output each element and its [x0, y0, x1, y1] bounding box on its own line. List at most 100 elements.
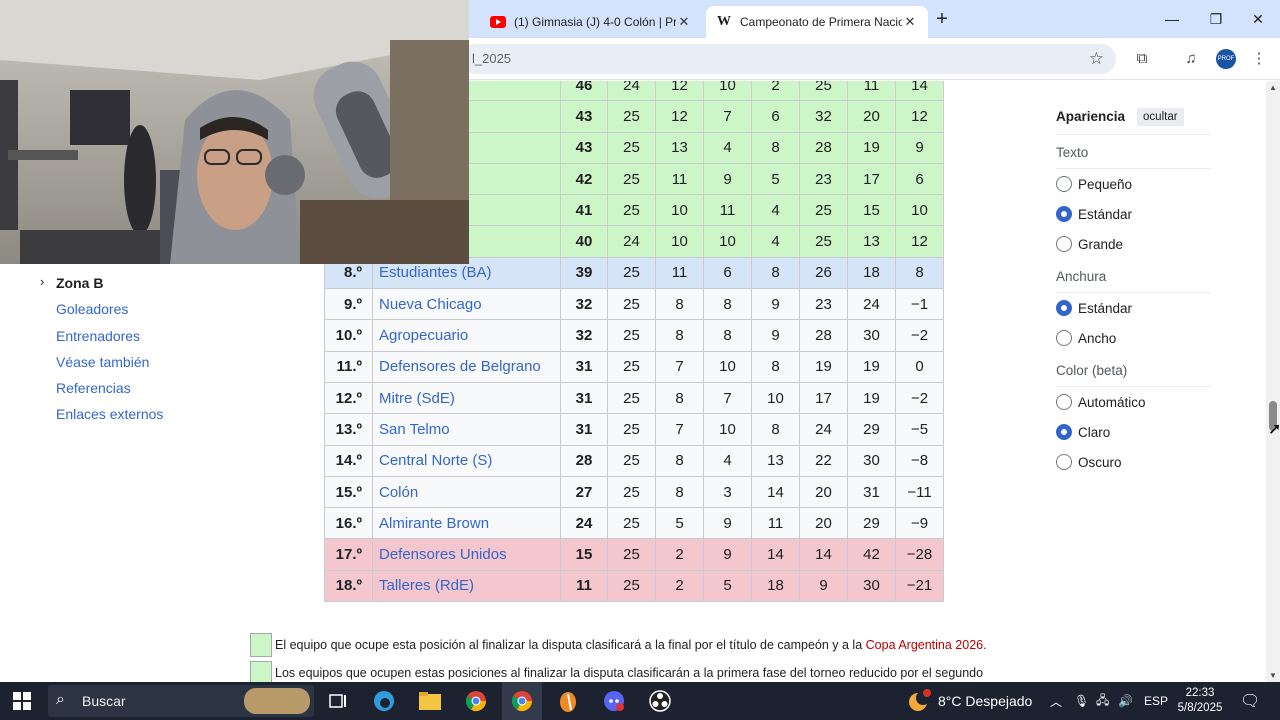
restore-button[interactable]: ❐	[1194, 0, 1238, 38]
minimize-button[interactable]: —	[1150, 0, 1194, 38]
webcam-overlay	[0, 0, 469, 264]
stat-cell: 24	[607, 81, 656, 102]
stat-cell: 11	[751, 507, 800, 540]
table-row: 13.º San Telmo 31 25 7 10 8 24 29 −5	[324, 413, 944, 446]
team-link[interactable]: Nueva Chicago	[372, 288, 561, 321]
points-cell: 46	[560, 81, 608, 102]
media-control-icon[interactable]: ♫	[1180, 48, 1202, 70]
tray-chevron-icon[interactable]: ︿	[1050, 682, 1062, 720]
points-cell: 15	[560, 538, 608, 571]
hide-appearance-button[interactable]: ocultar	[1137, 107, 1184, 126]
team-link[interactable]: Colón	[372, 475, 561, 509]
stat-cell: 19	[847, 350, 896, 383]
radio-option[interactable]: Claro	[1056, 417, 1211, 447]
radio-option[interactable]: Ancho	[1056, 323, 1211, 353]
toc-link[interactable]: Referencias	[56, 380, 131, 396]
team-link[interactable]: Mitre (SdE)	[372, 381, 561, 415]
microphone-icon[interactable]: 🎙	[1074, 682, 1089, 720]
scroll-down-arrow-icon[interactable]: ▼	[1269, 671, 1277, 680]
radio-button[interactable]	[1056, 394, 1072, 410]
radio-button[interactable]	[1056, 330, 1072, 346]
close-icon[interactable]: ✕	[676, 14, 692, 30]
edge-icon[interactable]	[364, 682, 404, 720]
toc-item[interactable]: Entrenadores	[36, 326, 163, 352]
appearance-title: Apariencia	[1056, 109, 1126, 124]
position-cell: 11.º	[324, 350, 373, 383]
team-link[interactable]: San Telmo	[372, 413, 561, 446]
position-cell: 18.º	[324, 569, 373, 603]
team-link[interactable]: Defensores Unidos	[372, 538, 561, 571]
position-cell: 9.º	[324, 288, 373, 321]
stat-cell: 8	[655, 475, 704, 509]
fl-studio-icon[interactable]	[548, 682, 588, 720]
stat-cell: 14	[751, 475, 800, 509]
stat-cell: 17	[799, 381, 848, 415]
team-link[interactable]: Central Norte (S)	[372, 444, 561, 477]
bookmark-star-icon[interactable]: ☆	[1089, 49, 1104, 69]
toc-link[interactable]: Entrenadores	[56, 328, 140, 344]
weather-widget[interactable]: 8°C Despejado	[906, 682, 1032, 720]
chrome-icon[interactable]	[456, 682, 496, 720]
copa-argentina-link[interactable]: Copa Argentina 2026	[866, 638, 983, 652]
chrome-active-icon[interactable]	[502, 682, 542, 720]
toc-item[interactable]: Goleadores	[36, 299, 163, 325]
team-link[interactable]: Agropecuario	[372, 319, 561, 352]
menu-icon[interactable]: ⋮	[1248, 48, 1270, 70]
taskbar-search[interactable]: ⌕ Buscar	[48, 685, 314, 717]
radio-option[interactable]: Automático	[1056, 387, 1211, 417]
stat-cell: −28	[895, 538, 944, 571]
stat-cell: 19	[799, 350, 848, 383]
radio-option[interactable]: Pequeño	[1056, 169, 1211, 199]
radio-button[interactable]	[1056, 236, 1072, 252]
team-link[interactable]: Almirante Brown	[372, 507, 561, 540]
task-view-icon[interactable]	[318, 682, 358, 720]
radio-button[interactable]	[1056, 300, 1072, 316]
scroll-up-arrow-icon[interactable]: ▲	[1269, 83, 1277, 92]
clock[interactable]: 22:33 5/8/2025	[1170, 686, 1230, 716]
table-row: 14.º Central Norte (S) 28 25 8 4 13 22 30 −8	[324, 444, 944, 477]
stat-cell: 8	[751, 256, 800, 290]
new-tab-button[interactable]: +	[930, 8, 954, 32]
tab-title: Campeonato de Primera Nacion	[740, 15, 902, 29]
radio-button[interactable]	[1056, 424, 1072, 440]
tab-wikipedia[interactable]: W Campeonato de Primera Nacion ✕	[706, 6, 928, 38]
toc-item[interactable]: Véase también	[36, 352, 163, 378]
obs-icon[interactable]	[640, 682, 680, 720]
extensions-icon[interactable]: ⧉	[1131, 48, 1153, 70]
mouse-cursor-icon: ➚	[1268, 421, 1280, 438]
toc-link[interactable]: Véase también	[56, 354, 149, 370]
radio-option[interactable]: Estándar	[1056, 293, 1211, 323]
close-icon[interactable]: ✕	[902, 14, 918, 30]
discord-icon[interactable]	[594, 682, 634, 720]
network-icon[interactable]: 🖧	[1096, 682, 1109, 720]
toc-link[interactable]: Enlaces externos	[56, 406, 163, 422]
position-cell: 13.º	[324, 413, 373, 446]
stat-cell: 11	[847, 81, 896, 102]
radio-option[interactable]: Estándar	[1056, 199, 1211, 229]
chevron-right-icon[interactable]: ›	[40, 272, 44, 292]
radio-option[interactable]: Grande	[1056, 229, 1211, 259]
window-close-button[interactable]: ✕	[1236, 0, 1280, 38]
stat-cell: 14	[799, 538, 848, 571]
points-cell: 43	[560, 100, 608, 133]
radio-button[interactable]	[1056, 206, 1072, 222]
toc-link[interactable]: Goleadores	[56, 301, 128, 317]
page-scrollbar[interactable]: ▲ ▼	[1266, 81, 1280, 682]
url-text: l_2025	[472, 51, 512, 66]
radio-button[interactable]	[1056, 176, 1072, 192]
address-bar[interactable]: l_2025 ☆	[460, 44, 1116, 74]
file-explorer-icon[interactable]	[410, 682, 450, 720]
team-link[interactable]: Defensores de Belgrano	[372, 350, 561, 383]
toc-item[interactable]: Referencias	[36, 378, 163, 404]
notifications-icon[interactable]: 🗨	[1240, 682, 1260, 720]
team-link[interactable]: Talleres (RdE)	[372, 569, 561, 603]
tab-youtube[interactable]: (1) Gimnasia (J) 4-0 Colón | Prin ✕	[480, 6, 702, 38]
windows-start-icon[interactable]	[2, 682, 42, 720]
toc-item[interactable]: Enlaces externos	[36, 404, 163, 430]
profile-avatar[interactable]: PROF	[1216, 49, 1236, 69]
volume-icon[interactable]: 🔊	[1118, 682, 1133, 720]
radio-button[interactable]	[1056, 454, 1072, 470]
language-indicator[interactable]: ESP	[1144, 682, 1168, 720]
radio-option[interactable]: Oscuro	[1056, 447, 1211, 477]
toc-item-zona-b[interactable]: › Zona B	[36, 273, 163, 299]
